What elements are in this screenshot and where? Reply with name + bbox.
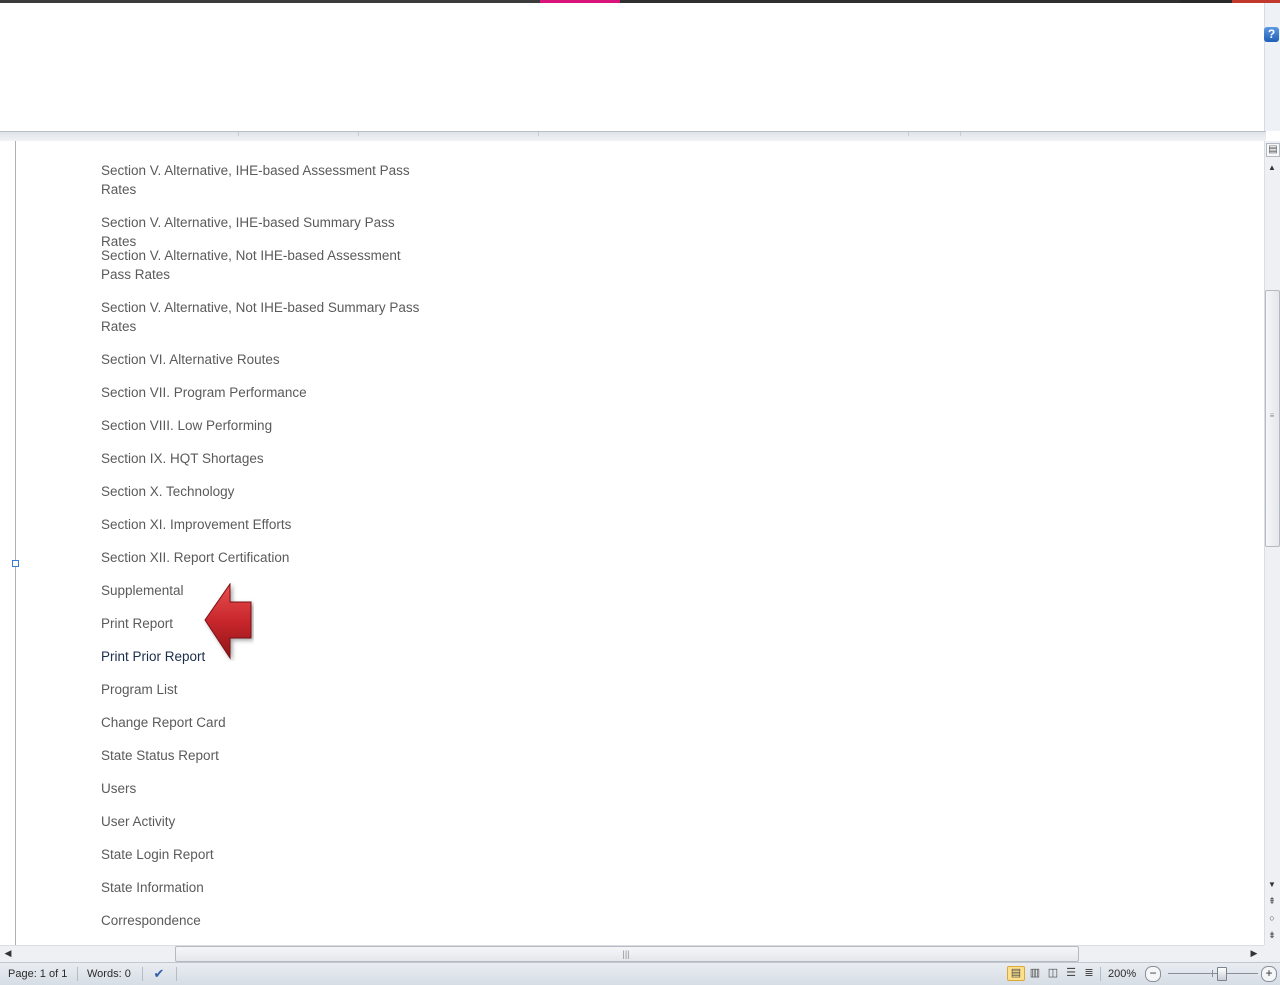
page-margin-line xyxy=(15,141,16,945)
previous-page-icon[interactable]: ⇞ xyxy=(1266,895,1278,907)
ribbon-area xyxy=(0,3,1266,131)
ribbon-group-tick xyxy=(538,132,539,136)
nav-link-item[interactable]: Change Report Card xyxy=(101,713,421,732)
nav-link-item[interactable]: State Login Report xyxy=(101,845,421,864)
view-ruler-icon[interactable]: ▤ xyxy=(1266,143,1280,157)
nav-link-item[interactable]: Section XII. Report Certification xyxy=(101,548,421,567)
status-separator xyxy=(77,967,78,981)
nav-link-item[interactable]: Section V. Alternative, Not IHE-based Su… xyxy=(101,298,421,336)
print-layout-icon[interactable]: ▤ xyxy=(1007,966,1025,981)
proofing-check-icon[interactable]: ✔ xyxy=(150,966,168,982)
web-layout-icon[interactable]: ◫ xyxy=(1045,966,1061,981)
nav-link-item[interactable]: Correspondence xyxy=(101,911,421,930)
ribbon-group-tick xyxy=(908,132,909,136)
nav-link-item[interactable]: Supplemental xyxy=(101,581,421,600)
scroll-grip-icon: ≡ xyxy=(1269,411,1275,420)
zoom-level[interactable]: 200% xyxy=(1108,968,1136,980)
zoom-out-button[interactable]: − xyxy=(1145,966,1161,982)
zoom-slider-thumb[interactable] xyxy=(1217,967,1227,981)
zoom-in-button[interactable]: + xyxy=(1261,966,1277,982)
outline-icon[interactable]: ☰ xyxy=(1063,966,1079,981)
page-count[interactable]: Page: 1 of 1 xyxy=(8,968,67,980)
status-bar: Page: 1 of 1 Words: 0 ✔ ▤ ▥ ◫ ☰ ≣ 200% −… xyxy=(0,962,1280,985)
ribbon-side-panel xyxy=(1264,3,1280,131)
nav-link-item[interactable]: User Activity xyxy=(101,812,421,831)
status-separator xyxy=(176,967,177,981)
ribbon-group-tick xyxy=(960,132,961,136)
browse-object-icon[interactable]: ○ xyxy=(1266,912,1278,924)
document-page[interactable]: Section V. Alternative, IHE-based Assess… xyxy=(0,141,1264,945)
help-icon[interactable]: ? xyxy=(1264,27,1279,42)
nav-link-item[interactable]: Section X. Technology xyxy=(101,482,421,501)
scroll-up-icon[interactable]: ▲ xyxy=(1266,162,1278,174)
scroll-grip-icon: ||| xyxy=(622,949,630,959)
nav-link-item[interactable]: Section VI. Alternative Routes xyxy=(101,350,421,369)
scroll-down-icon[interactable]: ▼ xyxy=(1266,879,1278,891)
word-count[interactable]: Words: 0 xyxy=(87,968,131,980)
ribbon-group-tick xyxy=(238,132,239,136)
nav-link-item[interactable]: Program List xyxy=(101,680,421,699)
scrollbar-corner xyxy=(1264,945,1280,962)
zoom-slider[interactable] xyxy=(1168,973,1258,974)
nav-link-item[interactable]: State Information xyxy=(101,878,421,897)
nav-link-item[interactable]: Section IX. HQT Shortages xyxy=(101,449,421,468)
nav-link-item[interactable]: Users xyxy=(101,779,421,798)
next-page-icon[interactable]: ⇟ xyxy=(1266,929,1278,941)
ribbon-group-tick xyxy=(358,132,359,136)
scroll-left-icon[interactable]: ◀ xyxy=(2,947,14,959)
nav-link-item[interactable]: Section XI. Improvement Efforts xyxy=(101,515,421,534)
status-separator xyxy=(142,967,143,981)
nav-link-item[interactable]: Print Report xyxy=(101,614,421,633)
arrow-shape xyxy=(204,583,252,660)
nav-link-item[interactable]: State Status Report xyxy=(101,746,421,765)
scroll-right-icon[interactable]: ▶ xyxy=(1248,947,1260,959)
nav-link-item[interactable]: Section VIII. Low Performing xyxy=(101,416,421,435)
object-anchor-handle[interactable] xyxy=(12,560,19,567)
nav-link-item[interactable]: Section V. Alternative, Not IHE-based As… xyxy=(101,246,421,284)
draft-icon[interactable]: ≣ xyxy=(1081,966,1097,981)
status-separator xyxy=(1100,967,1101,981)
nav-link-item[interactable]: Print Prior Report xyxy=(101,647,421,666)
nav-link-item[interactable]: Section V. Alternative, IHE-based Assess… xyxy=(101,161,421,199)
zoom-slider-midpoint xyxy=(1212,970,1213,977)
red-arrow-callout-icon[interactable] xyxy=(202,583,254,661)
nav-link-item[interactable]: Section VII. Program Performance xyxy=(101,383,421,402)
full-screen-reading-icon[interactable]: ▥ xyxy=(1027,966,1043,981)
